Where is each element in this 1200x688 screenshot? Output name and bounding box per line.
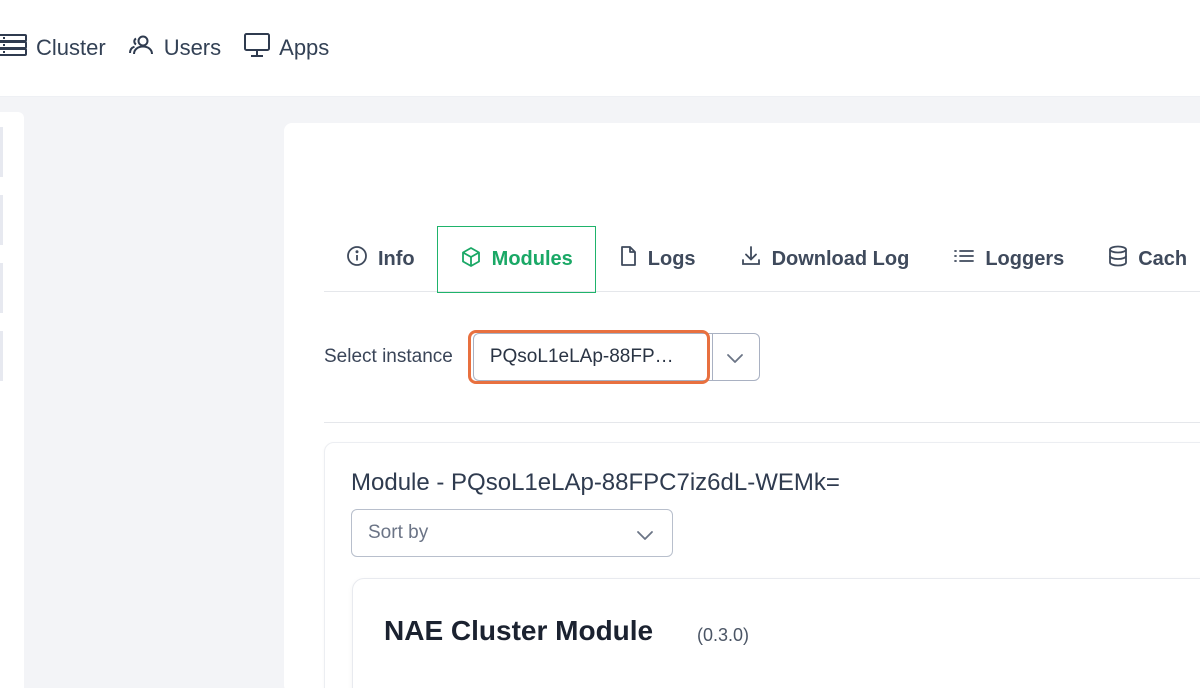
- sidebar-item[interactable]: [0, 195, 3, 245]
- nav-item-label: Apps: [279, 35, 330, 60]
- select-divider: [711, 334, 713, 380]
- nav-item-apps[interactable]: Apps: [243, 30, 329, 66]
- download-icon: [740, 245, 772, 273]
- nav-item-label: Users: [163, 35, 222, 60]
- section-divider: [324, 422, 1200, 423]
- users-icon: [128, 33, 164, 63]
- tab-label: Loggers: [985, 247, 1065, 270]
- tab-label: Cach: [1138, 247, 1188, 270]
- instance-select-value: PQsoL1eLAp-88FP…: [489, 346, 674, 367]
- sidebar-item[interactable]: [0, 331, 3, 381]
- nav-item-users[interactable]: Users: [128, 30, 221, 66]
- main-nav: Cluster Users Apps: [0, 30, 351, 66]
- instance-select-label: Select instance: [324, 346, 453, 367]
- module-panel: Module - PQsoL1eLAp-88FPC7iz6dL-WEMk= So…: [324, 442, 1200, 688]
- sidebar-item[interactable]: [0, 127, 3, 177]
- database-icon: [1108, 245, 1138, 273]
- main-card: Info Modules Logs Download Log Loggers C…: [284, 123, 1200, 688]
- tab-loggers[interactable]: Loggers: [931, 226, 1086, 292]
- tab-label: Download Log: [771, 247, 910, 270]
- sidebar-item[interactable]: [0, 263, 3, 313]
- nav-item-cluster[interactable]: Cluster: [0, 30, 106, 66]
- list-icon: [953, 245, 985, 273]
- tab-label: Logs: [647, 247, 696, 270]
- tab-bar: Info Modules Logs Download Log Loggers C…: [324, 226, 1200, 293]
- sort-select[interactable]: Sort by: [351, 509, 673, 557]
- sort-select-placeholder: Sort by: [368, 522, 429, 543]
- tab-modules[interactable]: Modules: [436, 226, 596, 293]
- instance-select-row: Select instance PQsoL1eLAp-88FP…: [324, 330, 760, 384]
- module-title: Module - PQsoL1eLAp-88FPC7iz6dL-WEMk=: [351, 469, 840, 496]
- cube-icon: [460, 246, 492, 274]
- tab-label: Modules: [491, 248, 573, 270]
- tab-logs[interactable]: Logs: [596, 226, 718, 292]
- file-icon: [618, 245, 648, 273]
- tab-cache[interactable]: Cach: [1086, 226, 1200, 292]
- server-icon: [0, 32, 36, 64]
- info-icon: [346, 245, 378, 273]
- tab-info[interactable]: Info: [324, 226, 437, 292]
- tab-download-log[interactable]: Download Log: [718, 226, 932, 292]
- module-name: NAE Cluster Module: [384, 615, 654, 646]
- nav-item-label: Cluster: [36, 35, 106, 60]
- instance-select[interactable]: PQsoL1eLAp-88FP…: [467, 330, 760, 384]
- module-version: (0.3.0): [697, 625, 750, 645]
- tab-label: Info: [378, 247, 415, 270]
- module-card: NAE Cluster Module (0.3.0): [352, 578, 1200, 688]
- sidebar: [0, 112, 24, 688]
- top-bar: Cluster Users Apps: [0, 0, 1200, 97]
- chevron-down-icon[interactable]: [724, 348, 746, 373]
- monitor-icon: [243, 31, 279, 65]
